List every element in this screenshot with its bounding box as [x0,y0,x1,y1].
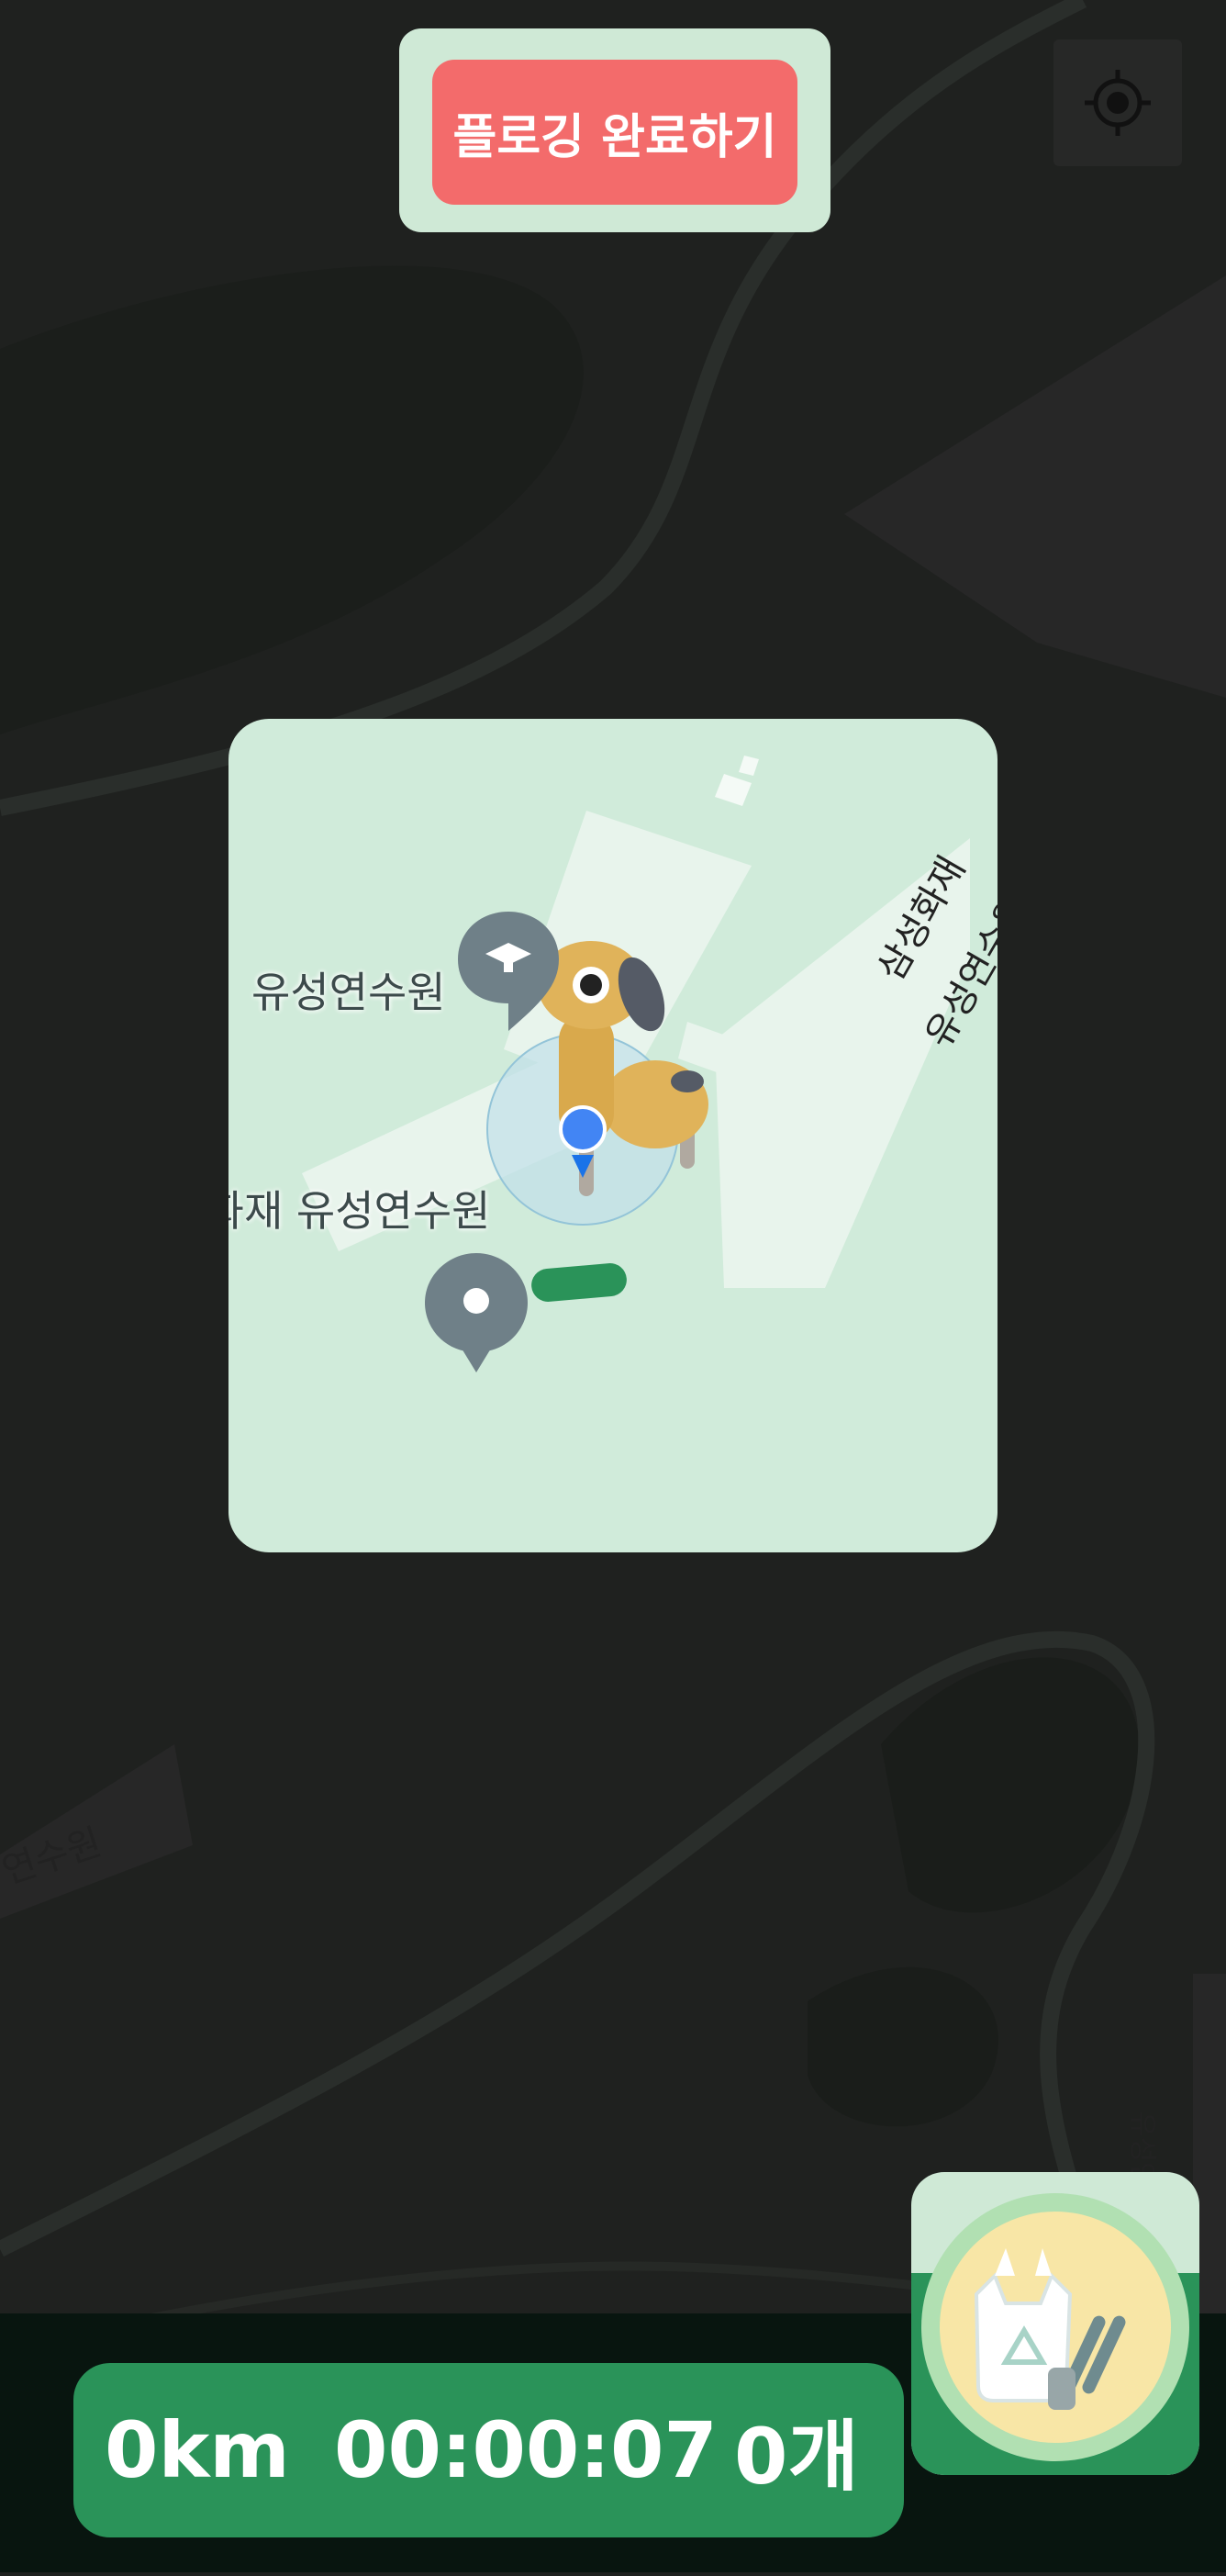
trash-button-inner [940,2212,1171,2443]
distance-value: 0km [105,2405,290,2495]
place-label-2: 삼성화재 유성연수원 [228,1186,491,1236]
place-pin-icon [425,1253,528,1372]
stats-bar: 0km 00:00:07 0개 [73,2363,904,2537]
building-shape [715,774,752,806]
mini-map-shapes [302,756,970,1372]
finish-plogging-button[interactable]: 플로깅 완료하기 [432,60,797,205]
mini-map-card[interactable]: 유성연수원 삼성화재 유성연수원 삼성화재 유성연수원 [228,719,998,1552]
finish-button-container: 플로깅 완료하기 [399,28,830,232]
elapsed-time-value: 00:00:07 [334,2405,718,2495]
place-label-1: 유성연수원 [251,968,446,1017]
trash-count-value: 0개 [734,2411,859,2502]
crosshair-icon [1085,70,1151,136]
trash-bag-icon [974,2248,1126,2410]
trash-bag-button[interactable] [911,2172,1199,2475]
building-shape [739,756,759,776]
my-location-button[interactable] [1053,39,1182,166]
